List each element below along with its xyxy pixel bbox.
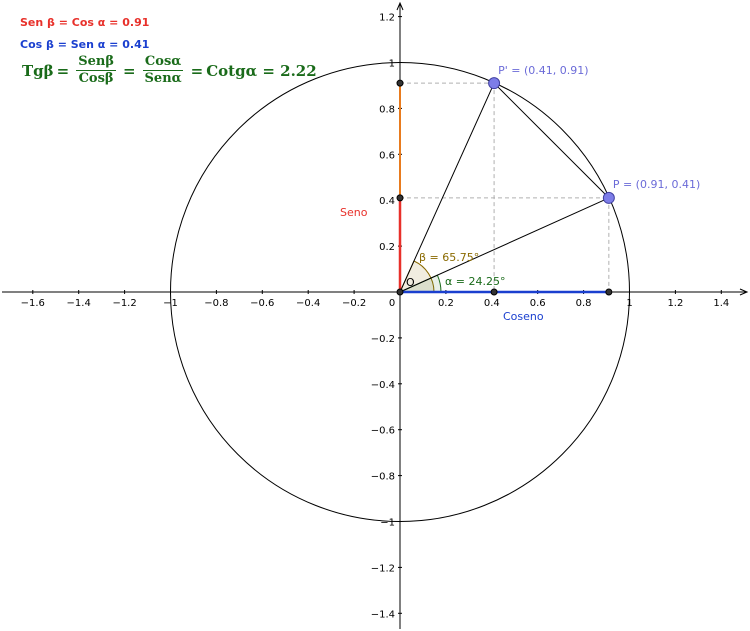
y-tick-label: −0.6 [371, 426, 395, 437]
y-tick-label: 0.6 [379, 150, 395, 161]
x-tick-label: −0.6 [250, 298, 274, 309]
cos-beta-equation: Cos β = Sen α = 0.41 [20, 38, 150, 51]
x-tick-label: −1.4 [67, 298, 91, 309]
coseno-label: Coseno [503, 310, 544, 323]
y-tick-label: −0.4 [371, 380, 395, 391]
formula-fraction-beta: Senβ Cosβ [76, 54, 116, 87]
x-tick-label: 1.4 [713, 298, 729, 309]
segment-p-prime-p [493, 82, 610, 199]
formula-fraction-denominator: Cosβ [78, 71, 114, 86]
point-p [602, 191, 615, 204]
y-tick-label: 0.8 [379, 104, 395, 115]
x-tick-label: 0.8 [576, 298, 592, 309]
point-p-prime [488, 77, 501, 90]
tangent-formula: Tgβ = Senβ Cosβ = Cosα Senα = Cotgα = 2.… [22, 54, 317, 87]
projection-point [396, 288, 404, 296]
x-tick-label: 0.6 [530, 298, 546, 309]
unit-circle-diagram: −1.6 −1.4 −1.2 −1 −0.8 −0.6 −0.4 −0.2 0 0.2 0.4 0.6… [2, 1, 749, 629]
x-tick-label: −1.6 [21, 298, 45, 309]
y-tick-label: 0.2 [379, 242, 395, 253]
y-tick-label: 1.2 [379, 13, 395, 24]
y-tick-label: −1 [380, 518, 395, 529]
formula-fraction-denominator: Senα [144, 71, 182, 86]
x-tick-label: 0.2 [438, 298, 454, 309]
formula-lhs: Tgβ [22, 61, 54, 80]
projection-point [396, 194, 404, 202]
projection-point [490, 288, 498, 296]
formula-equals: = [56, 61, 70, 80]
formula-fraction-numerator: Cosα [142, 54, 184, 71]
x-tick-label: −0.4 [296, 298, 320, 309]
beta-angle-label: β = 65.75° [419, 251, 479, 264]
projection-point [396, 79, 404, 87]
formula-equals: = [122, 61, 136, 80]
point-p-label: P = (0.91, 0.41) [613, 178, 700, 191]
formula-fraction-numerator: Senβ [76, 54, 116, 71]
y-tick-label: 0.4 [379, 196, 395, 207]
x-tick-label: 0 [389, 298, 395, 309]
y-tick-label: −1.2 [371, 563, 395, 574]
x-tick-label: −1.2 [112, 298, 136, 309]
x-tick-label: −0.2 [342, 298, 366, 309]
origin-label: O [406, 276, 415, 289]
formula-rhs: Cotgα = 2.22 [206, 61, 317, 80]
y-tick-label: −0.8 [371, 472, 395, 483]
projection-point [605, 288, 613, 296]
alpha-angle-label: α = 24.25° [445, 275, 505, 288]
y-tick-label: 1 [389, 59, 395, 70]
y-tick-label: −0.2 [371, 334, 395, 345]
sin-beta-equation: Sen β = Cos α = 0.91 [20, 16, 150, 29]
formula-equals: = [190, 61, 204, 80]
x-tick-label: 1.2 [667, 298, 683, 309]
x-tick-label: 0.4 [484, 298, 500, 309]
point-p-prime-label: P' = (0.41, 0.91) [498, 64, 588, 77]
seno-label: Seno [340, 206, 368, 219]
y-tick-label: −1.4 [371, 609, 395, 620]
x-tick-label: −0.8 [204, 298, 228, 309]
formula-fraction-alpha: Cosα Senα [142, 54, 184, 87]
